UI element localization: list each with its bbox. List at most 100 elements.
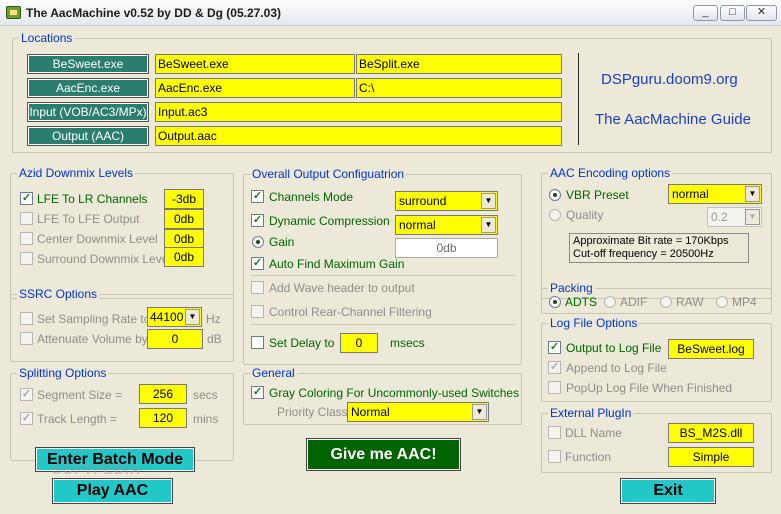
chevron-down-icon: ▼ (481, 193, 496, 209)
sampling-rate-label: Set Sampling Rate to (37, 312, 151, 326)
play-aac-button[interactable]: Play AAC (52, 478, 173, 504)
center-downmix-label: Center Downmix Level (37, 232, 158, 246)
exit-button[interactable]: Exit (620, 478, 716, 504)
dspguru-link[interactable]: DSPguru.doom9.org (601, 71, 738, 88)
close-button[interactable]: ✕ (746, 5, 777, 21)
priority-class-select[interactable]: Normal ▼ (347, 402, 489, 422)
popup-log-label: PopUp Log File When Finished (566, 381, 733, 395)
besweet-exe-field[interactable]: BeSweet.exe (155, 54, 355, 74)
vbr-preset-value: normal (672, 187, 709, 201)
auto-gain-label: Auto Find Maximum Gain (269, 257, 405, 271)
bitrate-info: Approximate Bit rate = 170Kbps (573, 235, 729, 247)
raw-radio[interactable] (660, 296, 672, 308)
gain-radio[interactable] (252, 236, 264, 248)
quality-select[interactable]: 0.2 ▼ (707, 207, 762, 227)
append-log-checkbox[interactable]: ✓ (548, 361, 561, 374)
vbr-preset-select[interactable]: normal ▼ (668, 184, 762, 204)
priority-class-value: Normal (351, 405, 390, 419)
auto-gain-checkbox[interactable]: ✓ (251, 257, 264, 270)
dll-name-value[interactable]: BS_M2S.dll (668, 423, 754, 443)
maximize-button[interactable]: □ (720, 5, 745, 21)
output-button[interactable]: Output (AAC) (27, 126, 149, 146)
log-file-name[interactable]: BeSweet.log (668, 339, 754, 359)
window-title: The AacMachine v0.52 by DD & Dg (05.27.0… (26, 6, 281, 20)
delay-value[interactable]: 0 (340, 333, 378, 353)
dynamic-compression-select[interactable]: normal ▼ (395, 215, 498, 235)
segment-size-checkbox[interactable]: ✓ (20, 388, 33, 401)
azid-title: Azid Downmix Levels (17, 166, 136, 180)
gray-coloring-label: Gray Coloring For Uncommonly-used Switch… (269, 386, 520, 400)
guide-link[interactable]: The AacMachine Guide (595, 111, 751, 128)
quality-value: 0.2 (711, 210, 728, 224)
ssrc-title: SSRC Options (17, 287, 100, 301)
adts-radio[interactable] (549, 296, 561, 308)
delay-checkbox[interactable] (251, 336, 264, 349)
lfe-lfe-checkbox[interactable] (20, 212, 33, 225)
raw-label: RAW (676, 295, 704, 309)
sampling-rate-select[interactable]: 44100 ▼ (147, 307, 202, 327)
mp4-radio[interactable] (716, 296, 728, 308)
channels-mode-checkbox[interactable]: ✓ (251, 190, 264, 203)
app-icon (6, 6, 21, 19)
vbr-preset-radio[interactable] (549, 189, 561, 201)
dll-name-checkbox[interactable] (548, 426, 561, 439)
external-plugin-title: External PlugIn (548, 406, 634, 420)
output-field[interactable]: Output.aac (155, 126, 562, 146)
input-button[interactable]: Input (VOB/AC3/MPx) (27, 102, 149, 122)
give-me-aac-button[interactable]: Give me AAC! (306, 438, 461, 471)
channels-mode-value: surround (399, 194, 447, 208)
besweet-exe-button[interactable]: BeSweet.exe (27, 54, 149, 74)
attenuate-value[interactable]: 0 (147, 329, 203, 349)
rear-filter-label: Control Rear-Channel Filtering (269, 305, 432, 319)
function-value[interactable]: Simple (668, 447, 754, 467)
priority-class-label: Priority Class (277, 405, 348, 419)
lfe-lr-value[interactable]: -3db (164, 189, 204, 209)
quality-label: Quality (566, 208, 604, 222)
attenuate-unit: dB (207, 332, 222, 346)
lfe-lr-checkbox[interactable]: ✓ (20, 192, 33, 205)
gain-value[interactable]: 0db (395, 238, 498, 258)
sampling-rate-unit: Hz (206, 312, 221, 326)
channels-mode-label: Channels Mode (269, 190, 354, 204)
attenuate-checkbox[interactable] (20, 332, 33, 345)
minimize-button[interactable]: _ (693, 5, 718, 21)
quality-radio[interactable] (549, 209, 561, 221)
track-length-value[interactable]: 120 (139, 408, 187, 428)
gain-label: Gain (269, 235, 295, 249)
append-log-label: Append to Log File (566, 361, 667, 375)
sampling-rate-value: 44100 (150, 310, 184, 324)
function-checkbox[interactable] (548, 450, 561, 463)
adif-radio[interactable] (604, 296, 616, 308)
cutoff-info: Cut-off frequency = 20500Hz (573, 248, 714, 260)
adts-label: ADTS (565, 295, 598, 309)
surround-downmix-checkbox[interactable] (20, 252, 33, 265)
sampling-rate-checkbox[interactable] (20, 312, 33, 325)
dynamic-compression-checkbox[interactable]: ✓ (251, 214, 264, 227)
segment-size-value[interactable]: 256 (139, 384, 187, 404)
chevron-down-icon: ▼ (745, 186, 760, 202)
output-log-label: Output to Log File (566, 341, 662, 355)
track-length-checkbox[interactable]: ✓ (20, 412, 33, 425)
output-log-checkbox[interactable]: ✓ (548, 341, 561, 354)
client-area: Locations BeSweet.exe BeSweet.exe BeSpli… (0, 27, 781, 514)
input-field[interactable]: Input.ac3 (155, 102, 562, 122)
adif-label: ADIF (620, 295, 648, 309)
rear-filter-checkbox[interactable] (251, 305, 264, 318)
vbr-preset-label: VBR Preset (566, 188, 629, 202)
center-downmix-checkbox[interactable] (20, 232, 33, 245)
channels-mode-select[interactable]: surround ▼ (395, 191, 498, 211)
surround-downmix-value[interactable]: 0db (164, 247, 204, 267)
packing-title: Packing (548, 281, 595, 295)
attenuate-label: Attenuate Volume by (37, 332, 148, 346)
splitting-title: Splitting Options (17, 366, 109, 380)
aacenc-path-field[interactable]: C:\ (356, 78, 562, 98)
aacenc-exe-field[interactable]: AacEnc.exe (155, 78, 355, 98)
center-downmix-value[interactable]: 0db (164, 229, 204, 249)
popup-log-checkbox[interactable] (548, 381, 561, 394)
lfe-lr-label: LFE To LR Channels (37, 192, 148, 206)
aacenc-exe-button[interactable]: AacEnc.exe (27, 78, 149, 98)
wave-header-checkbox[interactable] (251, 281, 264, 294)
besplit-exe-field[interactable]: BeSplit.exe (356, 54, 562, 74)
gray-coloring-checkbox[interactable]: ✓ (251, 386, 264, 399)
lfe-lfe-value[interactable]: 0db (164, 209, 204, 229)
